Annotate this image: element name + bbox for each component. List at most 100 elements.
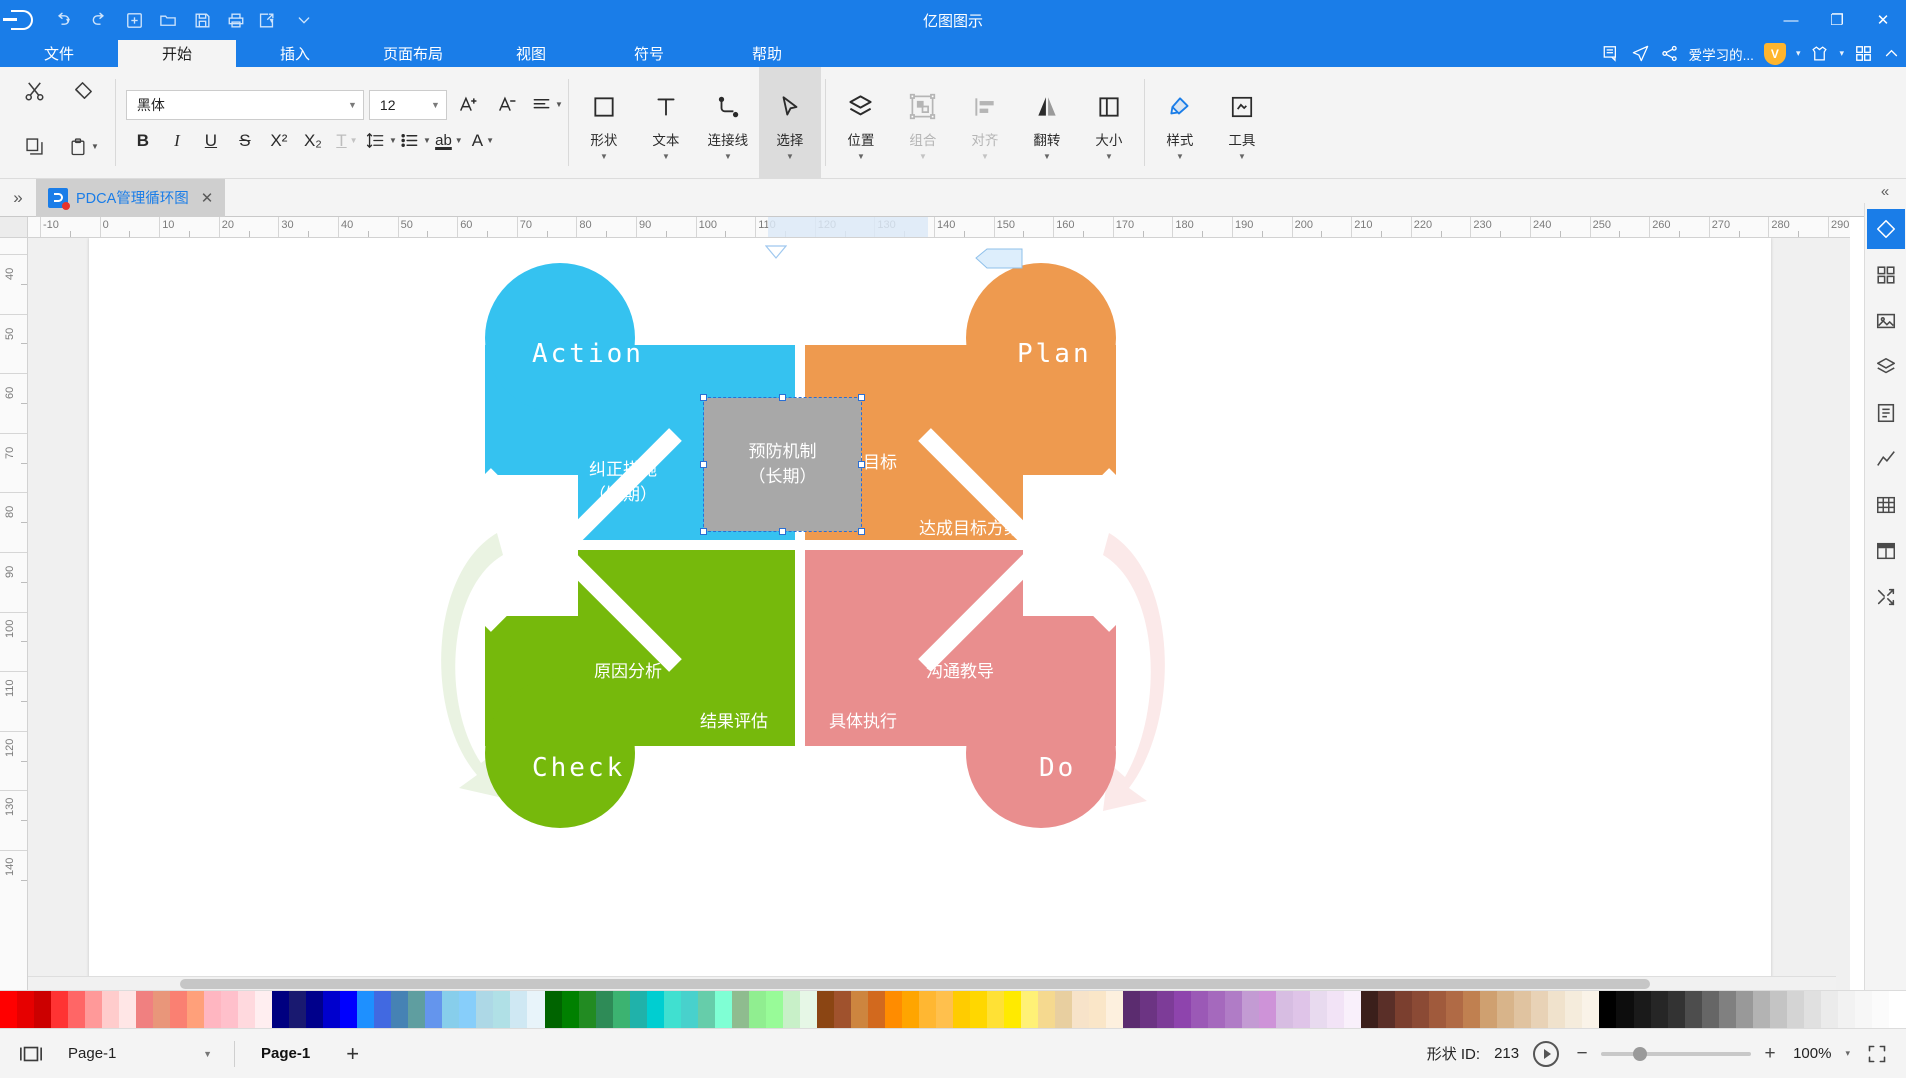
resize-handle-se[interactable]: [858, 528, 865, 535]
theme-caret-icon[interactable]: ▾: [1839, 48, 1844, 59]
color-swatch[interactable]: [187, 991, 205, 1029]
resize-handle-e[interactable]: [858, 461, 865, 468]
color-swatch[interactable]: [1123, 991, 1141, 1029]
tab-symbols[interactable]: 符号: [590, 40, 708, 67]
color-swatch[interactable]: [1293, 991, 1311, 1029]
color-swatch[interactable]: [1395, 991, 1413, 1029]
horizontal-ruler[interactable]: -100102030405060708090100110120130140150…: [28, 217, 1850, 238]
group-caret-icon[interactable]: ▼: [919, 152, 927, 162]
canvas-area[interactable]: Action Plan Check Do 纠正措施 （短期） 确定目标 达成目标…: [28, 238, 1850, 990]
tools-caret-icon[interactable]: ▼: [1238, 152, 1246, 162]
resize-handle-ne[interactable]: [858, 394, 865, 401]
send-icon[interactable]: [1631, 44, 1650, 63]
color-swatch[interactable]: [1157, 991, 1175, 1029]
paragraph-align-button[interactable]: ▼: [530, 89, 564, 121]
color-swatch[interactable]: [1480, 991, 1498, 1029]
document-tab[interactable]: PDCA管理循环图 ✕: [36, 178, 226, 217]
color-swatch[interactable]: [1565, 991, 1583, 1029]
text-highlight-button[interactable]: ab ▼: [432, 125, 466, 157]
resize-handle-nw[interactable]: [700, 394, 707, 401]
new-file-button[interactable]: [118, 5, 150, 35]
color-swatch[interactable]: [1820, 991, 1838, 1029]
shape-caret-icon[interactable]: ▼: [600, 152, 608, 162]
tab-page-layout[interactable]: 页面布局: [354, 40, 472, 67]
color-swatch[interactable]: [340, 991, 358, 1029]
vip-caret-icon[interactable]: ▾: [1796, 48, 1801, 59]
resize-handle-n[interactable]: [779, 394, 786, 401]
shape-format-panel-button[interactable]: [1866, 209, 1905, 249]
color-swatch[interactable]: [986, 991, 1004, 1029]
style-button[interactable]: 样式 ▼: [1149, 67, 1211, 178]
select-tool-button[interactable]: 选择 ▼: [758, 67, 821, 178]
color-swatch[interactable]: [272, 991, 290, 1029]
open-folder-button[interactable]: [152, 5, 184, 35]
color-swatch[interactable]: [1701, 991, 1719, 1029]
increase-font-size-button[interactable]: [452, 89, 486, 121]
redo-button[interactable]: [84, 5, 116, 35]
symbols-panel-button[interactable]: [1867, 255, 1905, 295]
position-button[interactable]: 位置 ▼: [830, 67, 892, 178]
color-swatch[interactable]: [255, 991, 273, 1029]
color-swatch[interactable]: [867, 991, 885, 1029]
color-swatch[interactable]: [1599, 991, 1617, 1029]
color-swatch[interactable]: [170, 991, 188, 1029]
color-swatch[interactable]: [629, 991, 647, 1029]
color-swatch[interactable]: [1344, 991, 1362, 1029]
color-swatch[interactable]: [901, 991, 919, 1029]
strikethrough-button[interactable]: S: [228, 125, 262, 157]
tab-insert[interactable]: 插入: [236, 40, 354, 67]
color-swatch[interactable]: [884, 991, 902, 1029]
horizontal-scrollbar[interactable]: [28, 976, 1836, 990]
color-swatch[interactable]: [119, 991, 137, 1029]
shortcut-panel-button[interactable]: [1867, 577, 1905, 617]
text-tool-button[interactable]: 文本 ▼: [635, 67, 697, 178]
export-caret-icon[interactable]: ▾: [270, 16, 284, 25]
page-layout-icon[interactable]: [16, 1039, 46, 1069]
bullet-caret-icon[interactable]: ▼: [423, 136, 431, 145]
color-swatch[interactable]: [1003, 991, 1021, 1029]
color-swatch[interactable]: [34, 991, 52, 1029]
shirt-icon[interactable]: [1810, 44, 1829, 63]
color-swatch[interactable]: [1667, 991, 1685, 1029]
page-panel-button[interactable]: [1867, 393, 1905, 433]
color-swatch[interactable]: [1327, 991, 1345, 1029]
presentation-play-button[interactable]: [1533, 1040, 1560, 1067]
selected-shape[interactable]: 预防机制 （长期）: [700, 394, 865, 535]
color-swatch[interactable]: [1752, 991, 1770, 1029]
color-swatch[interactable]: [833, 991, 851, 1029]
color-swatch[interactable]: [816, 991, 834, 1029]
color-swatch[interactable]: [0, 991, 18, 1029]
color-swatch[interactable]: [595, 991, 613, 1029]
color-swatch[interactable]: [1650, 991, 1668, 1029]
font-family-select[interactable]: 黑体 ▼: [125, 89, 364, 120]
color-palette[interactable]: [0, 990, 1906, 1029]
guide-marker-right-icon[interactable]: [975, 248, 1023, 270]
select-caret-icon[interactable]: ▼: [786, 152, 794, 162]
font-color-button[interactable]: A ▼: [466, 125, 500, 157]
color-swatch[interactable]: [1140, 991, 1158, 1029]
color-swatch[interactable]: [1497, 991, 1515, 1029]
style-caret-icon[interactable]: ▼: [1176, 152, 1184, 162]
font-size-select[interactable]: 12 ▼: [368, 89, 447, 120]
subscript-button[interactable]: X₂: [296, 125, 330, 157]
decrease-font-size-button[interactable]: [491, 89, 525, 121]
resize-handle-w[interactable]: [700, 461, 707, 468]
color-swatch[interactable]: [68, 991, 86, 1029]
color-swatch[interactable]: [85, 991, 103, 1029]
color-swatch[interactable]: [136, 991, 154, 1029]
color-swatch[interactable]: [1888, 991, 1906, 1029]
group-button[interactable]: 组合 ▼: [892, 67, 954, 178]
color-swatch[interactable]: [663, 991, 681, 1029]
color-swatch[interactable]: [578, 991, 596, 1029]
color-swatch[interactable]: [952, 991, 970, 1029]
color-swatch[interactable]: [1735, 991, 1753, 1029]
color-swatch[interactable]: [1071, 991, 1089, 1029]
paste-caret-icon[interactable]: ▼: [91, 142, 99, 151]
color-swatch[interactable]: [850, 991, 868, 1029]
chevron-up-icon[interactable]: [1883, 45, 1900, 62]
highlight-caret-icon[interactable]: ▼: [455, 136, 463, 145]
color-swatch[interactable]: [799, 991, 817, 1029]
user-name-label[interactable]: 爱学习的...: [1689, 44, 1754, 64]
vertical-ruler[interactable]: 40 50 60 70 80 90 100 110 120 130 140: [0, 238, 28, 990]
color-swatch[interactable]: [1054, 991, 1072, 1029]
